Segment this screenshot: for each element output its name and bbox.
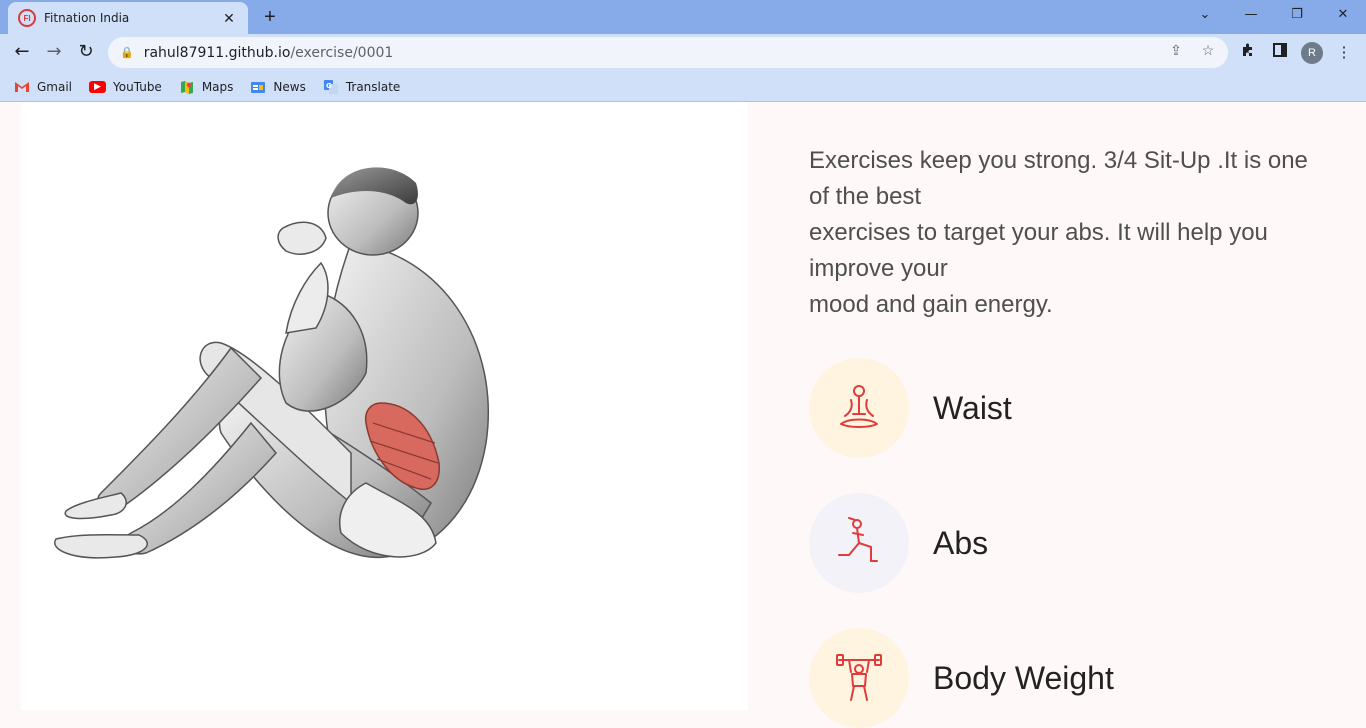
close-tab-icon[interactable]: ✕ — [220, 10, 238, 27]
body-part-label: Waist — [933, 389, 1012, 426]
favicon-icon: FI — [18, 9, 36, 27]
bookmark-maps[interactable]: Maps — [179, 79, 234, 94]
bookmark-translate[interactable]: G Translate — [323, 79, 401, 94]
restore-button[interactable]: ❐ — [1282, 4, 1312, 28]
exercise-image — [21, 103, 748, 710]
url-text: rahul87911.github.io/exercise/0001 — [144, 45, 394, 61]
bookmark-star-icon[interactable]: ☆ — [1198, 40, 1218, 60]
lunge-icon — [838, 517, 878, 562]
description-line: improve your — [809, 255, 948, 282]
gmail-icon — [14, 80, 30, 94]
translate-icon: G — [323, 79, 339, 94]
minimize-button[interactable]: — — [1236, 4, 1266, 28]
svg-text:G: G — [326, 82, 332, 90]
description-line: exercises to target your abs. It will he… — [809, 219, 1268, 246]
url-path: /exercise/0001 — [290, 44, 394, 61]
forward-button[interactable]: → — [42, 41, 66, 65]
extensions-puzzle-icon[interactable] — [1237, 42, 1259, 64]
tab-title: Fitnation India — [44, 11, 130, 25]
bookmark-label: News — [273, 79, 306, 94]
bookmarks-bar: Gmail ▶ YouTube Maps News G Translate — [0, 72, 1366, 102]
description-line: Exercises keep you strong. 3/4 Sit-Up .I… — [809, 147, 1308, 174]
body-part-label: Body Weight — [933, 659, 1114, 696]
tab-search-icon[interactable]: ⌄ — [1190, 4, 1220, 28]
body-part-label: Abs — [933, 524, 989, 561]
bookmark-gmail[interactable]: Gmail — [14, 80, 72, 94]
url-domain: rahul87911.github.io — [143, 44, 291, 61]
body-part-abs: Abs — [809, 493, 988, 593]
body-part-circle — [809, 628, 909, 728]
lock-icon[interactable]: 🔒 — [120, 46, 134, 59]
tab-strip: FI Fitnation India ✕ + ⌄ — ❐ ✕ — [0, 0, 1366, 34]
menu-kebab-icon[interactable]: ⋮ — [1333, 42, 1355, 64]
profile-avatar[interactable]: R — [1301, 42, 1323, 64]
description-line: mood and gain energy. — [809, 291, 1053, 318]
browser-toolbar: ← → ↻ 🔒 rahul87911.github.io/exercise/00… — [0, 34, 1366, 72]
window-close-button[interactable]: ✕ — [1328, 4, 1358, 28]
bookmark-news[interactable]: News — [250, 79, 306, 94]
youtube-icon: ▶ — [89, 80, 107, 93]
back-button[interactable]: ← — [10, 41, 34, 65]
body-part-circle — [809, 358, 909, 458]
body-part-body-weight: Body Weight — [809, 628, 1114, 728]
share-icon[interactable]: ⇪ — [1166, 40, 1186, 60]
page-content: Exercises keep you strong. 3/4 Sit-Up .I… — [0, 103, 1366, 728]
weightlifting-icon — [836, 654, 882, 701]
bookmark-youtube[interactable]: ▶ YouTube — [89, 80, 162, 94]
new-tab-button[interactable]: + — [258, 6, 282, 30]
body-part-waist: Waist — [809, 358, 1012, 458]
news-icon — [250, 80, 266, 94]
reload-button[interactable]: ↻ — [74, 41, 98, 65]
maps-icon — [179, 80, 195, 94]
description-line: of the best — [809, 183, 922, 210]
exercise-description: Exercises keep you strong. 3/4 Sit-Up .I… — [809, 143, 1339, 323]
body-part-circle — [809, 493, 909, 593]
tab-fitnation[interactable]: FI Fitnation India ✕ — [8, 2, 248, 34]
side-panel-icon[interactable] — [1269, 42, 1291, 64]
bookmark-label: YouTube — [113, 79, 162, 94]
bookmark-label: Maps — [201, 79, 234, 94]
bookmark-label: Gmail — [37, 79, 73, 94]
sit-up-figure-illustration — [54, 167, 490, 559]
address-bar[interactable]: 🔒 rahul87911.github.io/exercise/0001 — [108, 37, 1228, 68]
bookmark-label: Translate — [345, 79, 401, 94]
meditation-icon — [840, 385, 878, 428]
